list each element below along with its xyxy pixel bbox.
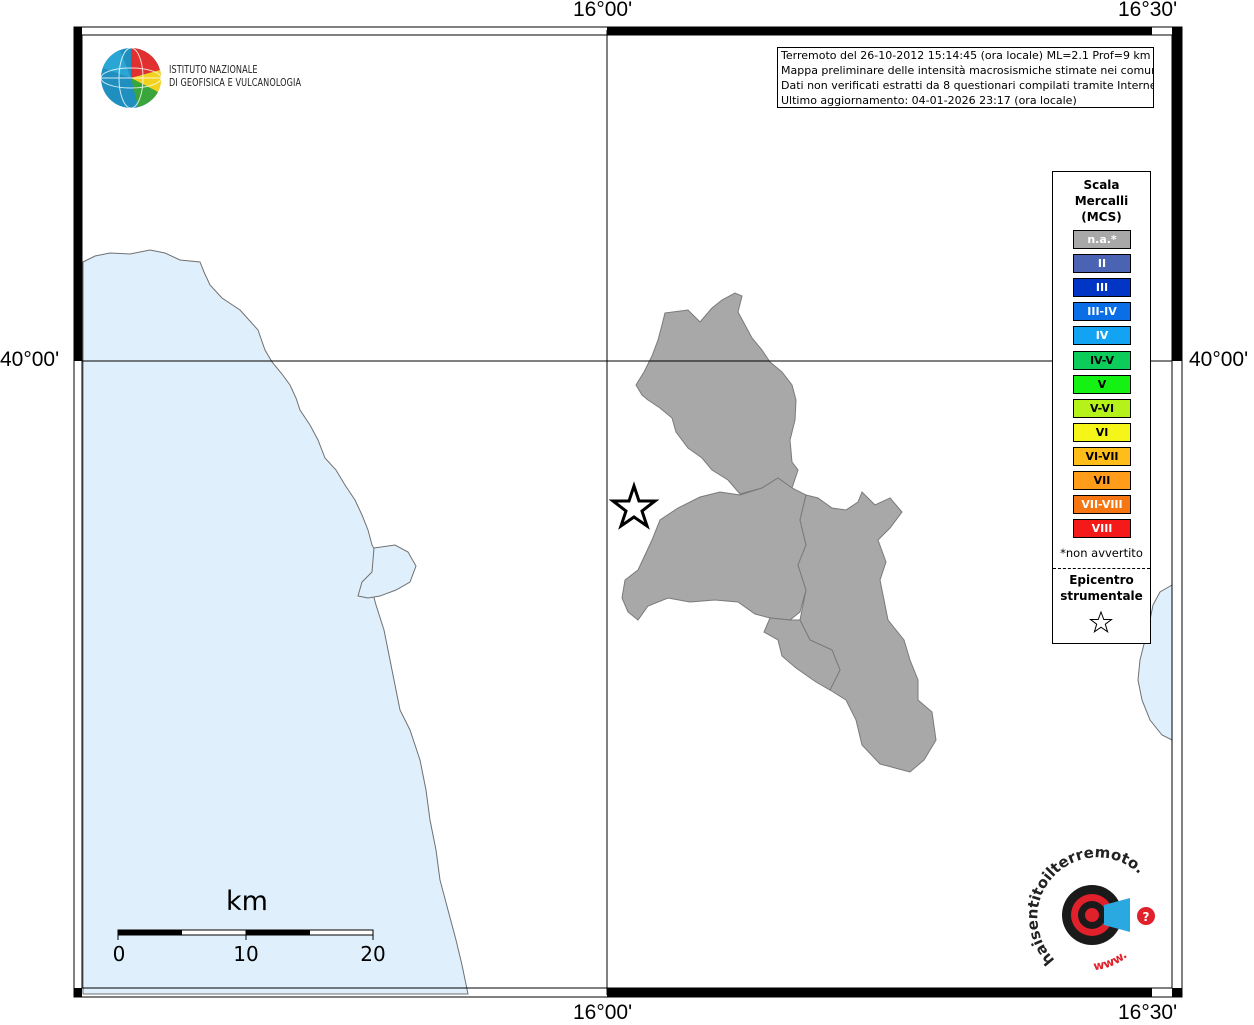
legend-swatch-12: VIII [1073, 519, 1131, 539]
legend-epicenter-label: Epicentro strumentale [1060, 573, 1143, 603]
legend-swatch-11: VII-VIII [1073, 495, 1131, 515]
event-info-box: Terremoto del 26-10-2012 15:14:45 (ora l… [777, 47, 1154, 108]
ingv-globe-logo [100, 47, 162, 109]
legend-swatch-8: VI [1073, 422, 1131, 442]
info-line-2: Mappa preliminare delle intensità macros… [781, 64, 1154, 77]
scale-label-10: 10 [233, 942, 259, 966]
lon-label-bottom-16-00: 16°00' [573, 1001, 633, 1024]
legend-swatch-1: II [1073, 254, 1131, 274]
municipality-east [797, 491, 937, 773]
legend-swatch-7: V-VI [1073, 398, 1131, 418]
legend-swatch-6: V [1073, 374, 1131, 394]
mcs-legend: Scala Mercalli (MCS) n.a.* II III III-IV IV I… [1052, 171, 1151, 644]
logo-line-2: DI GEOFISICA E VULCANOLOGIA [169, 77, 302, 89]
legend-note: *non avvertito [1060, 546, 1143, 560]
legend-swatch-5: IV-V [1073, 350, 1131, 370]
legend-swatch-4: IV [1073, 326, 1131, 346]
info-line-3: Dati non verificati estratti da 8 questi… [781, 79, 1154, 92]
lon-label-top-16-30: 16°30' [1118, 0, 1178, 21]
sea-area [82, 249, 469, 995]
ingv-logo-text: ISTITUTO NAZIONALE DI GEOFISICA E VULCAN… [169, 64, 301, 90]
lon-label-top-16-00: 16°00' [573, 0, 633, 21]
legend-swatch-9: VI-VII [1073, 446, 1131, 466]
scale-unit: km [226, 886, 268, 917]
scale-label-20: 20 [360, 942, 386, 966]
legend-divider [1053, 568, 1150, 569]
lat-label-left-40-00: 40°00' [0, 348, 60, 371]
lat-label-right-40-00: 40°00' [1189, 348, 1249, 371]
lon-label-bottom-16-30: 16°30' [1118, 1001, 1178, 1024]
scale-label-0: 0 [112, 942, 126, 966]
legend-title: Scala Mercalli (MCS) [1074, 178, 1129, 224]
municipality-north [635, 292, 799, 495]
info-line-4: Ultimo aggiornamento: 04-01-2026 23:17 (… [781, 94, 1077, 107]
legend-swatch-0: n.a.* [1073, 230, 1131, 249]
badge-url: www. [1092, 948, 1129, 974]
epicenter-star-icon [608, 481, 660, 530]
municipalities [621, 292, 937, 773]
logo-line-1: ISTITUTO NAZIONALE [169, 64, 258, 76]
legend-swatch-10: VII [1073, 471, 1131, 490]
svg-text:www.: www. [1092, 948, 1129, 974]
info-line-1: Terremoto del 26-10-2012 15:14:45 (ora l… [781, 49, 1151, 62]
legend-swatch-3: III-IV [1073, 302, 1131, 322]
svg-text:?: ? [1143, 910, 1150, 924]
legend-swatch-2: III [1073, 278, 1131, 298]
municipality-southwest [621, 477, 807, 621]
legend-star-icon [1089, 611, 1113, 633]
